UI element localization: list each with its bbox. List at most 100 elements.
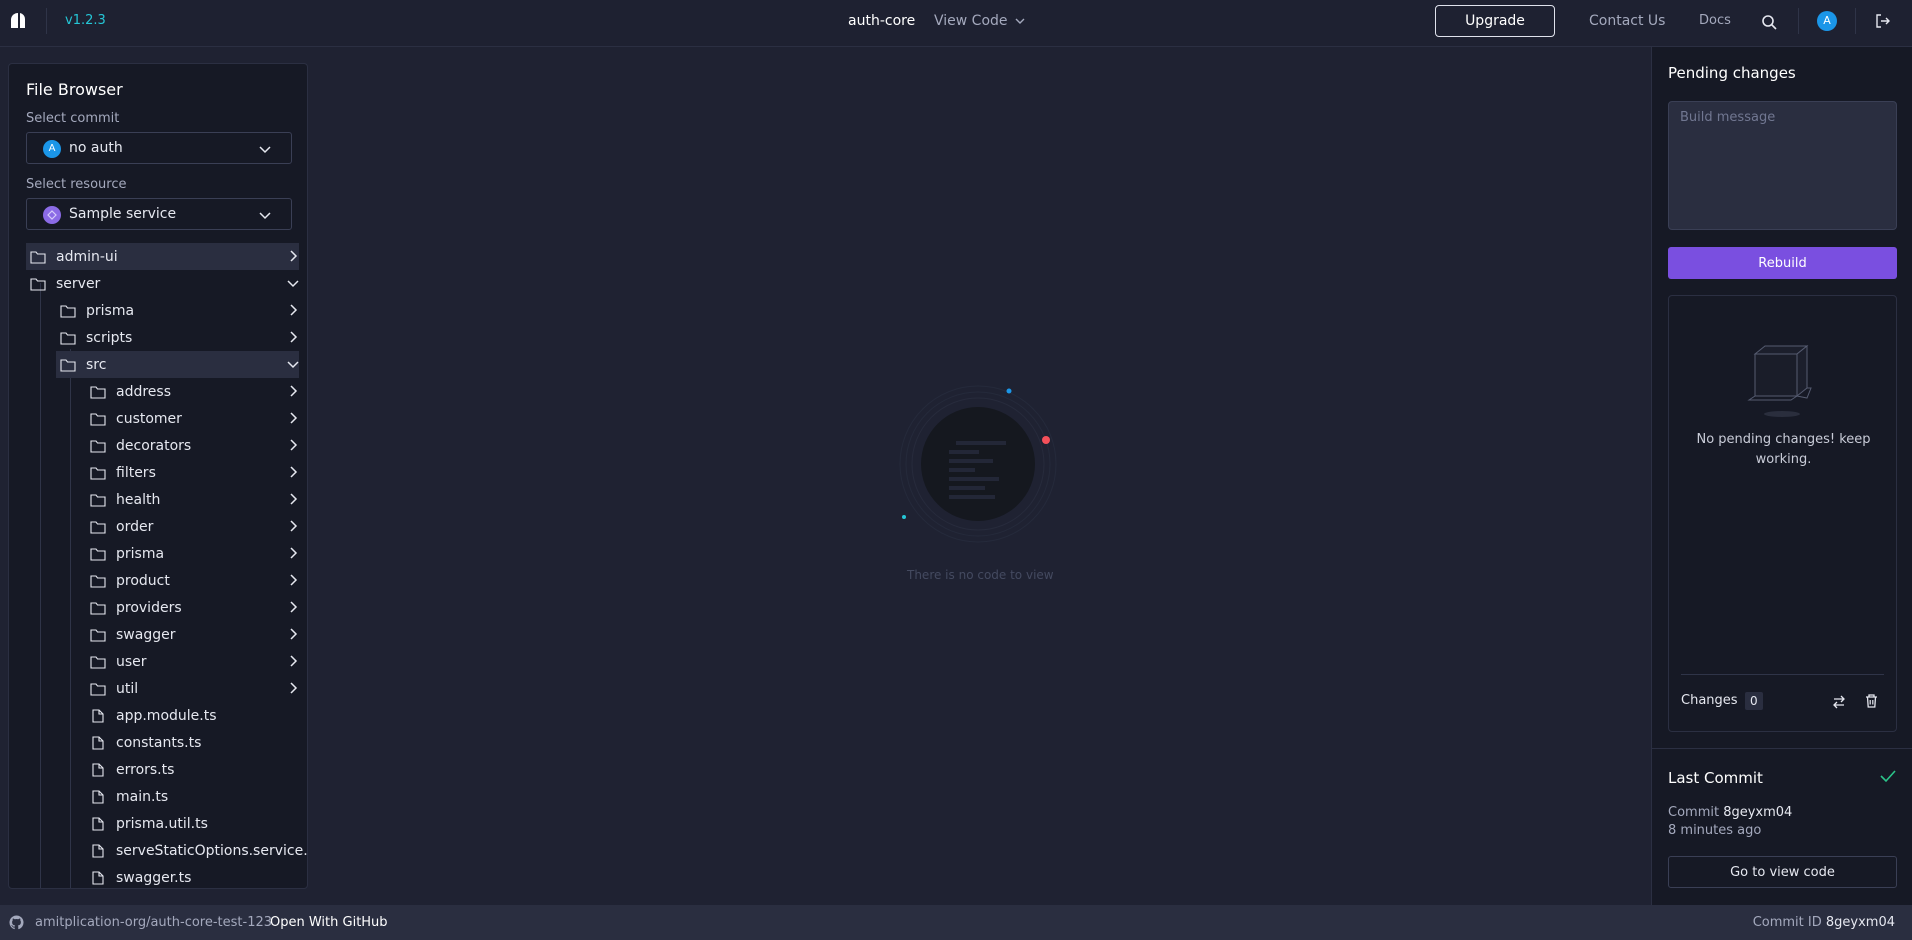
tree-indent-line	[70, 349, 71, 888]
logout-icon[interactable]	[1875, 13, 1891, 29]
folder-row[interactable]: admin-ui	[26, 243, 299, 270]
folder-icon	[90, 682, 106, 696]
tree-item-label: src	[86, 356, 107, 373]
last-commit-line: Commit 8geyxm04	[1668, 805, 1792, 820]
tree-item-label: user	[116, 653, 147, 670]
file-icon	[92, 762, 104, 777]
contact-us-link[interactable]: Contact Us	[1589, 13, 1665, 29]
commit-id-value[interactable]: 8geyxm04	[1826, 915, 1895, 930]
chevron-right-icon[interactable]	[287, 493, 299, 505]
folder-row[interactable]: prisma	[86, 540, 299, 567]
folder-icon	[90, 547, 106, 561]
folder-row[interactable]: prisma	[56, 297, 299, 324]
view-code-label: View Code	[934, 13, 1008, 29]
upgrade-button[interactable]: Upgrade	[1435, 5, 1555, 37]
file-row[interactable]: swagger.ts	[86, 864, 299, 888]
footer-commit-id: Commit ID 8geyxm04	[1753, 915, 1895, 930]
chevron-right-icon[interactable]	[287, 655, 299, 667]
chevron-right-icon[interactable]	[287, 412, 299, 424]
file-row[interactable]: serveStaticOptions.service.ts	[86, 837, 307, 864]
chevron-right-icon[interactable]	[287, 520, 299, 532]
folder-row[interactable]: customer	[86, 405, 299, 432]
file-row[interactable]: errors.ts	[86, 756, 299, 783]
chevron-right-icon[interactable]	[287, 385, 299, 397]
folder-row[interactable]: decorators	[86, 432, 299, 459]
tree-item-label: swagger	[116, 626, 176, 643]
chevron-right-icon[interactable]	[287, 601, 299, 613]
folder-row[interactable]: scripts	[56, 324, 299, 351]
repo-name[interactable]: auth-core	[848, 13, 915, 29]
folder-icon	[30, 277, 46, 291]
tree-item-label: customer	[116, 410, 182, 427]
folder-row[interactable]: src	[56, 351, 299, 378]
chevron-right-icon[interactable]	[287, 304, 299, 316]
changes-count-badge: 0	[1745, 692, 1763, 710]
folder-icon	[90, 655, 106, 669]
chevron-right-icon[interactable]	[287, 547, 299, 559]
divider	[1681, 674, 1884, 675]
app-logo-icon[interactable]	[9, 12, 27, 30]
chevron-right-icon[interactable]	[287, 682, 299, 694]
tree-item-label: scripts	[86, 329, 133, 346]
folder-icon	[90, 628, 106, 642]
chevron-right-icon[interactable]	[287, 439, 299, 451]
resource-select[interactable]: Sample service	[26, 198, 292, 230]
chevron-down-icon[interactable]	[287, 277, 299, 289]
divider	[46, 8, 47, 34]
tree-item-label: health	[116, 491, 161, 508]
rebuild-button[interactable]: Rebuild	[1668, 247, 1897, 279]
build-message-input[interactable]	[1668, 101, 1897, 230]
folder-row[interactable]: server	[26, 270, 299, 297]
tree-item-label: errors.ts	[116, 761, 175, 778]
search-icon[interactable]	[1761, 14, 1777, 30]
file-row[interactable]: prisma.util.ts	[86, 810, 299, 837]
no-pending-changes-message: No pending changes! keep working.	[1696, 432, 1871, 467]
chevron-down-icon[interactable]	[287, 358, 299, 370]
chevron-right-icon[interactable]	[287, 628, 299, 640]
version-label[interactable]: v1.2.3	[65, 13, 106, 28]
go-to-view-code-button[interactable]: Go to view code	[1668, 856, 1897, 888]
view-code-dropdown[interactable]: View Code	[934, 13, 1026, 29]
tree-indent-line	[40, 283, 41, 888]
folder-row[interactable]: order	[86, 513, 299, 540]
empty-box-icon	[1747, 344, 1812, 417]
chevron-right-icon[interactable]	[287, 574, 299, 586]
tree-item-label: app.module.ts	[116, 707, 217, 724]
open-with-github-link[interactable]: Open With GitHub	[270, 915, 388, 930]
tree-item-label: prisma	[116, 545, 165, 562]
last-commit-title: Last Commit	[1668, 769, 1763, 787]
file-row[interactable]: constants.ts	[86, 729, 299, 756]
commit-id-label: Commit ID	[1752, 915, 1822, 930]
empty-code-text: There is no code to view	[907, 568, 1054, 582]
commit-select[interactable]: A no auth	[26, 132, 292, 164]
tree-item-label: constants.ts	[116, 734, 202, 751]
tree-item-label: swagger.ts	[116, 869, 192, 886]
select-resource-label: Select resource	[26, 177, 127, 192]
folder-row[interactable]: filters	[86, 459, 299, 486]
chevron-right-icon[interactable]	[287, 331, 299, 343]
folder-row[interactable]: util	[86, 675, 299, 702]
user-avatar[interactable]: A	[1817, 11, 1837, 31]
chevron-down-icon	[259, 212, 271, 220]
last-commit-id[interactable]: 8geyxm04	[1723, 805, 1792, 820]
folder-row[interactable]: providers	[86, 594, 299, 621]
docs-link[interactable]: Docs	[1699, 13, 1731, 28]
folder-row[interactable]: product	[86, 567, 299, 594]
tree-item-label: decorators	[116, 437, 192, 454]
folder-icon	[60, 304, 76, 318]
repo-path-link[interactable]: amitplication-org/auth-core-test-123	[35, 915, 272, 930]
file-icon	[92, 816, 104, 831]
folder-row[interactable]: address	[86, 378, 299, 405]
folder-row[interactable]: user	[86, 648, 299, 675]
file-row[interactable]: main.ts	[86, 783, 299, 810]
resource-select-value: Sample service	[69, 206, 177, 222]
folder-row[interactable]: health	[86, 486, 299, 513]
folder-row[interactable]: swagger	[86, 621, 299, 648]
folder-icon	[90, 574, 106, 588]
trash-icon[interactable]	[1865, 694, 1878, 708]
check-icon	[1880, 770, 1896, 783]
file-row[interactable]: app.module.ts	[86, 702, 299, 729]
compare-changes-icon[interactable]	[1832, 695, 1846, 709]
chevron-right-icon[interactable]	[287, 466, 299, 478]
chevron-right-icon[interactable]	[287, 250, 299, 262]
